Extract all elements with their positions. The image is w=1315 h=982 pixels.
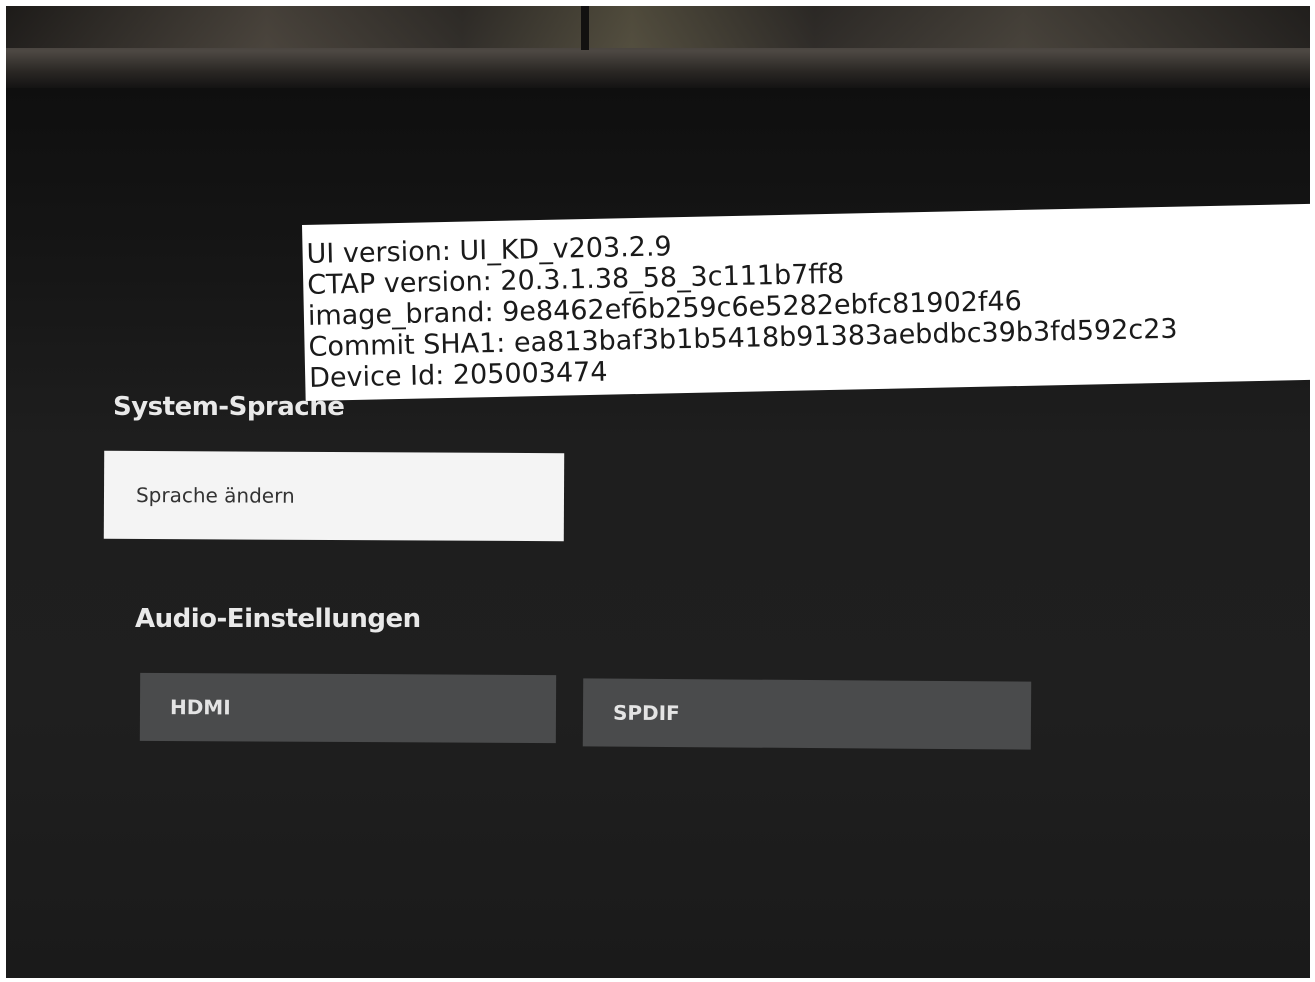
change-language-button[interactable]: Sprache ändern: [103, 450, 565, 542]
bezel-seam: [581, 6, 589, 50]
tv-photo: System-Sprache Sprache ändern Audio-Eins…: [6, 6, 1310, 978]
bezel-reflection: [6, 6, 1310, 48]
audio-settings-title: Audio-Einstellungen: [135, 604, 421, 634]
hdmi-audio-button[interactable]: HDMI: [139, 672, 557, 744]
spdif-audio-button[interactable]: SPDIF: [582, 678, 1032, 750]
tv-bezel: [6, 6, 1310, 88]
version-info-overlay: UI version: UI_KD_v203.2.9 CTAP version:…: [302, 203, 1310, 401]
